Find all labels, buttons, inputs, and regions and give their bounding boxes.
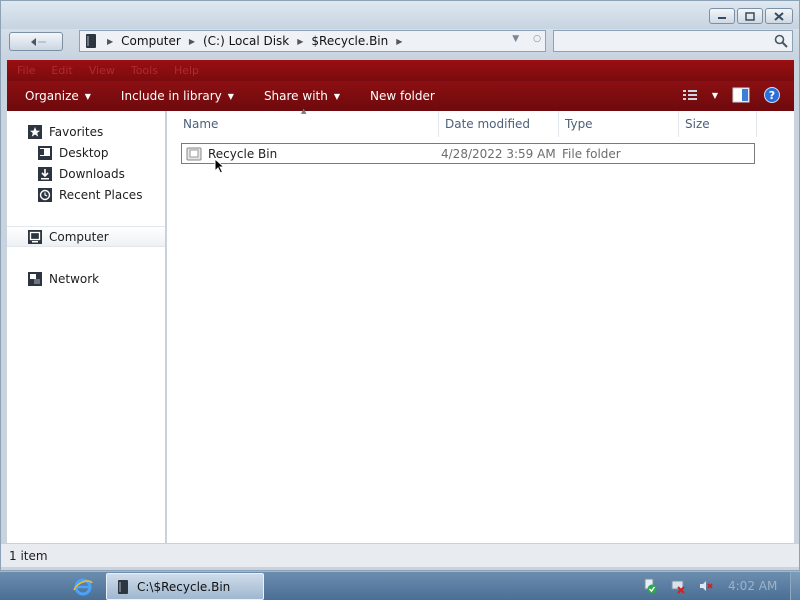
mouse-cursor-icon [214, 158, 226, 174]
close-icon [774, 11, 784, 21]
view-controls: ▼ ? [682, 87, 780, 103]
menu-tools[interactable]: Tools [131, 64, 158, 77]
network-status-icon[interactable] [670, 578, 686, 594]
file-date-modified: 4/28/2022 3:59 AM [441, 146, 556, 161]
file-list-pane[interactable]: ▲ Name Date modified Type Size Recycle B… [167, 107, 794, 543]
organize-button[interactable]: Organize ▼ [25, 89, 91, 103]
internet-explorer-icon[interactable] [72, 576, 94, 598]
nav-desktop[interactable]: Desktop [37, 144, 109, 162]
breadcrumb-recycle-bin[interactable]: $Recycle.Bin [307, 34, 392, 48]
navigation-pane: Favorites Desktop Downloads Recent Place… [7, 111, 166, 543]
column-size-label: Size [685, 117, 710, 131]
chevron-down-icon: ▼ [333, 91, 340, 101]
share-with-button[interactable]: Share with ▼ [264, 89, 340, 103]
new-folder-button[interactable]: New folder [370, 89, 435, 103]
column-header-row: ▲ Name Date modified Type Size [177, 107, 757, 137]
system-tray [642, 578, 714, 594]
sort-ascending-icon: ▲ [301, 107, 307, 115]
nav-computer-label: Computer [49, 230, 109, 244]
nav-recent-places[interactable]: Recent Places [37, 186, 142, 204]
maximize-button[interactable] [737, 8, 763, 24]
item-count: 1 item [9, 548, 48, 563]
menu-help[interactable]: Help [174, 64, 199, 77]
search-input[interactable] [554, 31, 764, 51]
search-icon[interactable] [774, 34, 788, 48]
breadcrumb-separator[interactable]: ▶ [103, 37, 117, 46]
star-icon [27, 124, 43, 140]
include-in-library-button[interactable]: Include in library ▼ [121, 89, 234, 103]
column-date-modified[interactable]: Date modified [439, 111, 559, 137]
preview-pane-icon[interactable] [732, 87, 750, 103]
include-in-library-label: Include in library [120, 89, 222, 103]
back-forward-buttons[interactable] [9, 32, 63, 51]
recycle-bin-icon [186, 147, 202, 160]
organize-label: Organize [25, 89, 79, 103]
nav-computer[interactable]: Computer [27, 228, 109, 246]
taskbar-explorer-button[interactable]: C:\$Recycle.Bin [106, 573, 264, 600]
computer-icon [118, 579, 128, 594]
column-name[interactable]: ▲ Name [177, 107, 439, 137]
column-type-label: Type [565, 117, 593, 131]
minimize-icon [718, 17, 726, 19]
new-folder-label: New folder [370, 89, 435, 103]
minimize-button[interactable] [709, 8, 735, 24]
refresh-icon[interactable]: ○ [533, 34, 541, 44]
menu-edit[interactable]: Edit [51, 64, 72, 77]
menu-view[interactable]: View [89, 64, 115, 77]
show-desktop-button[interactable] [790, 572, 800, 600]
file-name[interactable]: Recycle Bin [208, 147, 441, 161]
column-date-modified-label: Date modified [445, 117, 531, 131]
address-row: ▶ Computer ▶ (C:) Local Disk ▶ $Recycle.… [1, 29, 799, 60]
taskbar-explorer-title: C:\$Recycle.Bin [137, 579, 231, 594]
breadcrumb-computer[interactable]: Computer [117, 34, 185, 48]
command-bar: Organize ▼ Include in library ▼ Share with… [7, 81, 794, 111]
nav-network[interactable]: Network [27, 270, 99, 288]
address-bar[interactable]: ▶ Computer ▶ (C:) Local Disk ▶ $Recycle.… [79, 30, 546, 52]
column-name-label: Name [183, 117, 219, 131]
window-controls [709, 8, 793, 24]
menu-bar: File Edit View Tools Help [7, 60, 794, 81]
close-button[interactable] [765, 8, 793, 24]
file-type: File folder [562, 146, 621, 161]
title-bar[interactable] [1, 1, 799, 29]
nav-downloads-label: Downloads [59, 167, 125, 181]
column-size[interactable]: Size [679, 111, 757, 137]
desktop-icon [37, 145, 53, 161]
nav-desktop-label: Desktop [59, 146, 109, 160]
download-icon [37, 166, 53, 182]
nav-favorites[interactable]: Favorites [27, 123, 103, 141]
nav-downloads[interactable]: Downloads [37, 165, 125, 183]
breadcrumb-separator[interactable]: ▶ [392, 37, 406, 46]
status-bar: 1 item [1, 543, 799, 567]
maximize-icon [745, 11, 755, 21]
recent-places-icon [37, 187, 53, 203]
chevron-down-icon[interactable]: ▼ [712, 91, 718, 100]
action-center-icon[interactable] [642, 578, 658, 594]
clock[interactable]: 4:02 AM [728, 579, 777, 593]
address-bar-controls: ▼ ○ [512, 34, 541, 44]
chevron-down-icon: ▼ [227, 91, 234, 101]
menu-file[interactable]: File [17, 64, 35, 77]
explorer-window: ▶ Computer ▶ (C:) Local Disk ▶ $Recycle.… [0, 0, 800, 571]
back-arrow-icon [31, 37, 46, 46]
network-icon [27, 271, 43, 287]
file-row[interactable]: Recycle Bin 4/28/2022 3:59 AM File folde… [181, 143, 755, 164]
volume-muted-icon[interactable] [698, 578, 714, 594]
nav-network-label: Network [49, 272, 100, 286]
breadcrumb-separator[interactable]: ▶ [293, 37, 307, 46]
breadcrumb-separator[interactable]: ▶ [185, 37, 199, 46]
computer-icon [27, 229, 43, 245]
share-with-label: Share with [263, 89, 328, 103]
nav-recent-places-label: Recent Places [59, 188, 143, 202]
view-options-icon[interactable] [682, 88, 698, 102]
nav-favorites-label: Favorites [49, 125, 104, 139]
chevron-down-icon: ▼ [84, 91, 91, 101]
search-box[interactable] [553, 30, 793, 52]
breadcrumb-local-disk[interactable]: (C:) Local Disk [199, 34, 293, 48]
history-dropdown-icon[interactable]: ▼ [512, 34, 519, 44]
help-button[interactable]: ? [764, 87, 780, 103]
computer-icon [86, 34, 96, 48]
column-type[interactable]: Type [559, 111, 679, 137]
taskbar: C:\$Recycle.Bin 4:02 AM [0, 571, 800, 600]
